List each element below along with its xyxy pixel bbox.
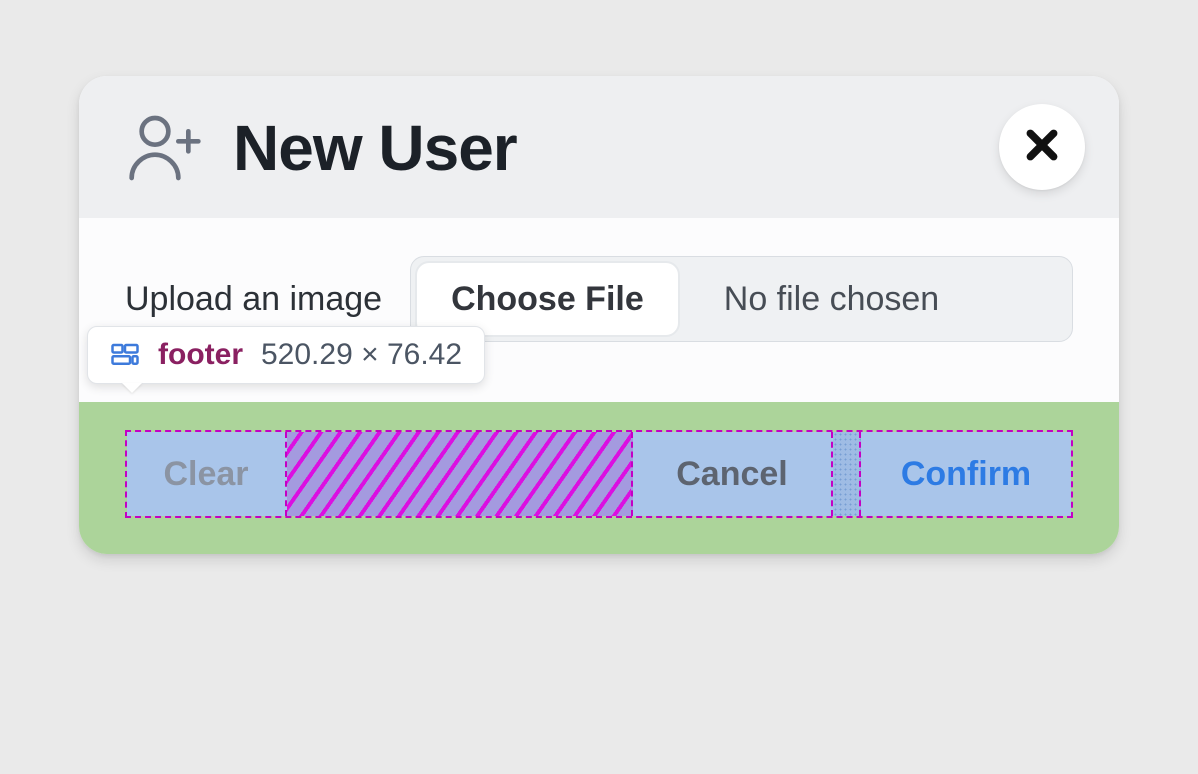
user-plus-icon [125, 108, 205, 188]
flex-gap-region [287, 432, 633, 516]
cancel-button[interactable]: Cancel [633, 432, 833, 516]
dialog-header: New User [79, 76, 1119, 218]
confirm-button[interactable]: Confirm [861, 432, 1071, 516]
file-input[interactable]: Choose File No file chosen [410, 256, 1073, 342]
close-icon [1022, 125, 1062, 170]
confirm-label: Confirm [901, 455, 1031, 494]
devtools-dimensions: 520.29 × 76.42 [261, 338, 462, 372]
clear-button[interactable]: Clear [127, 432, 287, 516]
dialog-title: New User [233, 111, 517, 185]
new-user-dialog: New User Upload an image Choose File No … [79, 76, 1119, 554]
dialog-footer: footer 520.29 × 76.42 Clear Cancel Confi… [79, 402, 1119, 554]
flex-layout-icon [110, 340, 140, 370]
upload-label: Upload an image [125, 280, 382, 319]
cancel-label: Cancel [676, 455, 788, 494]
choose-file-label: Choose File [451, 280, 644, 319]
flex-margin-region [833, 432, 861, 516]
clear-label: Clear [163, 455, 248, 494]
footer-flex-container: Clear Cancel Confirm [125, 430, 1073, 518]
file-status-text: No file chosen [684, 257, 1072, 341]
devtools-tooltip: footer 520.29 × 76.42 [87, 326, 485, 384]
close-button[interactable] [999, 104, 1085, 190]
devtools-selector: footer [158, 338, 243, 372]
